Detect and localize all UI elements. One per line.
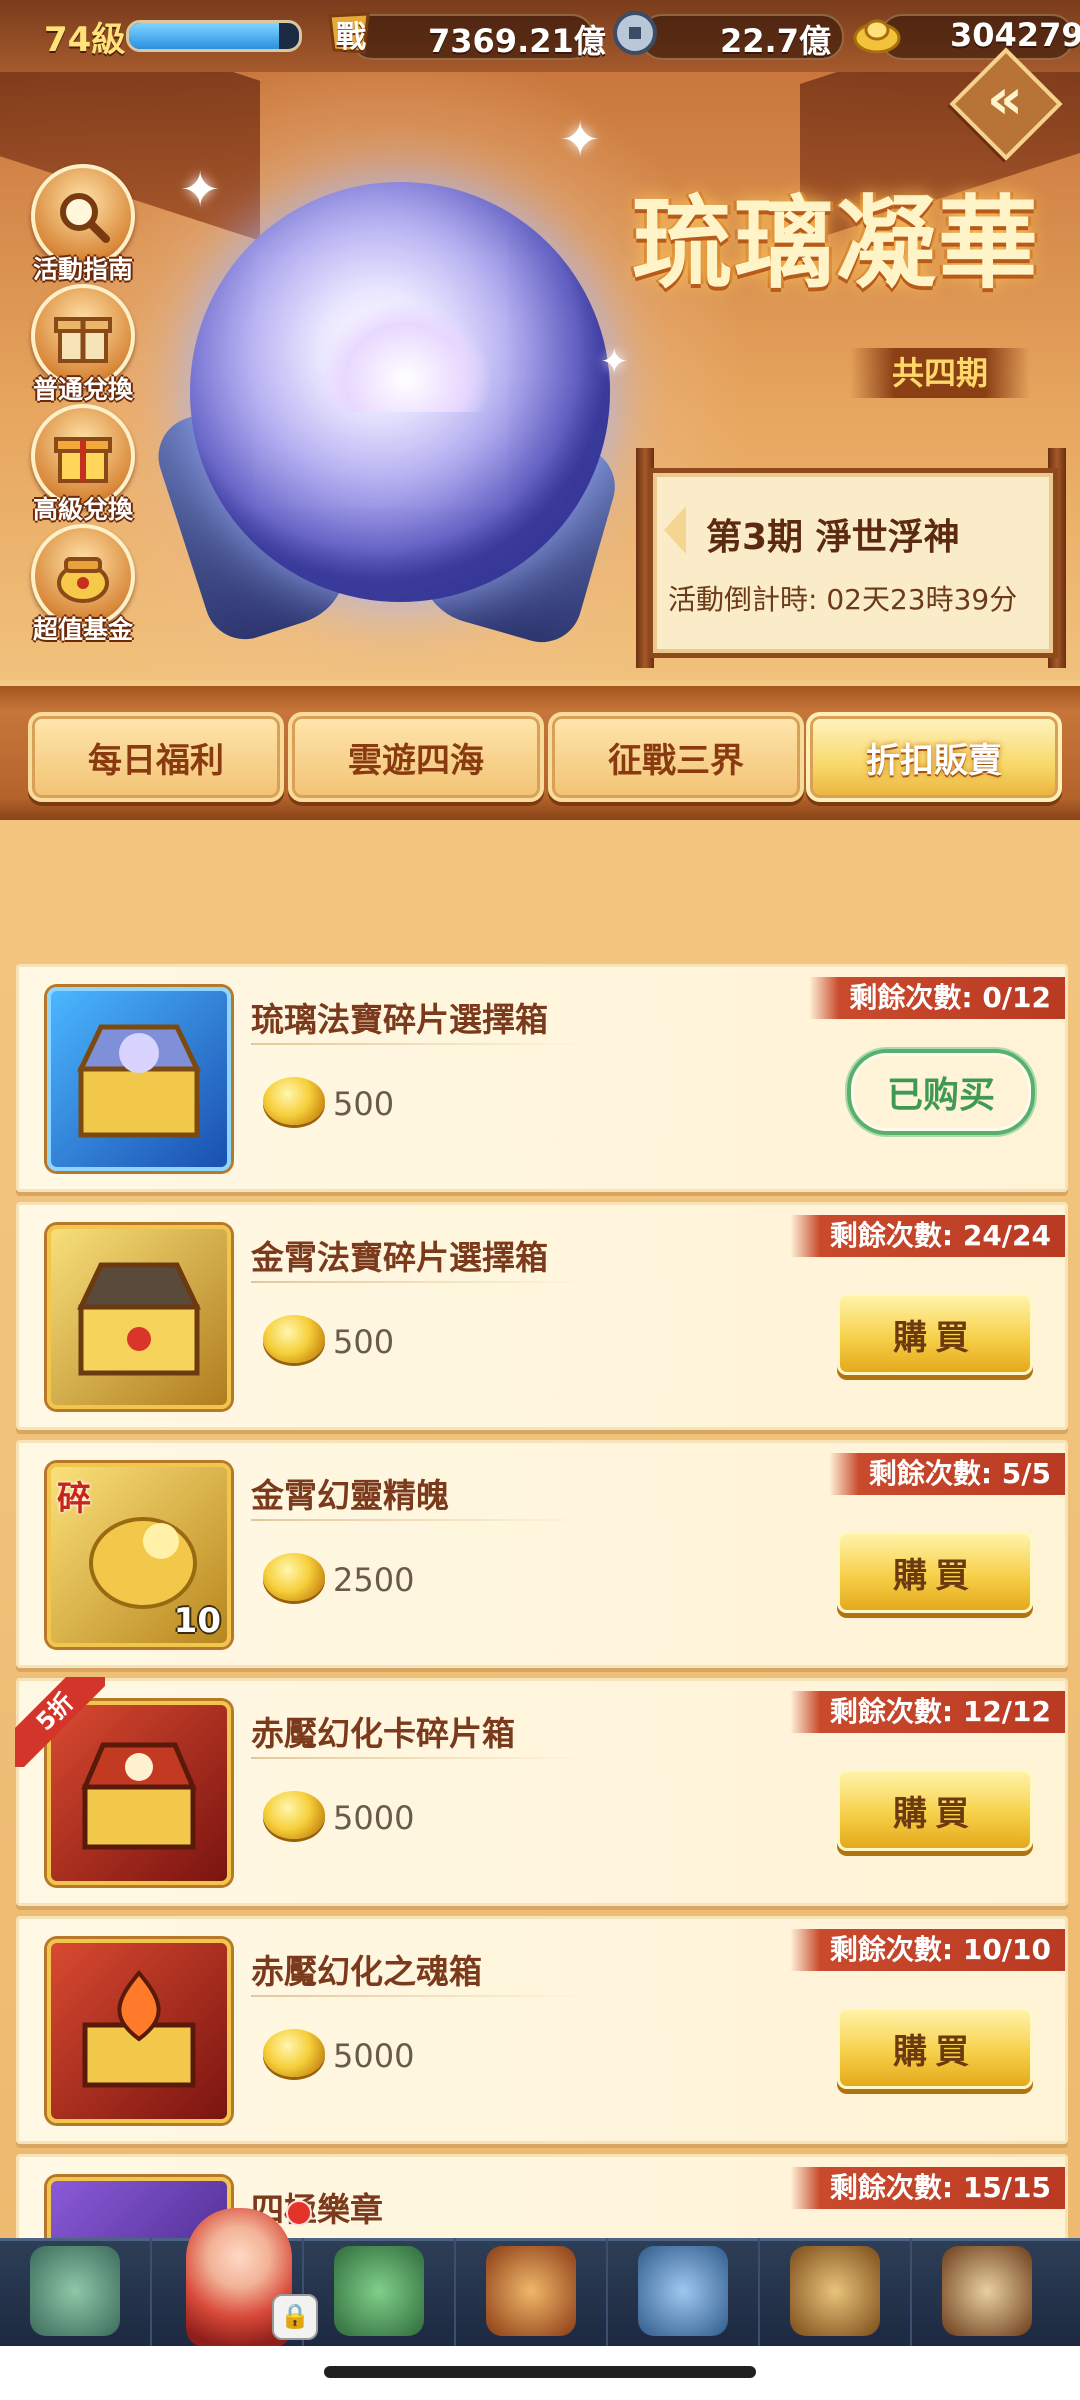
gold-value: 304279 bbox=[950, 16, 1080, 54]
countdown-timer: 活動倒計時: 02天23時39分 bbox=[668, 583, 1018, 616]
item-price: 500 bbox=[333, 1085, 395, 1123]
period-scroll bbox=[648, 468, 1058, 658]
back-arrow-icon[interactable]: « bbox=[975, 60, 1035, 140]
discount-label: 5折 bbox=[15, 1677, 105, 1767]
remaining-count: 剩餘次數: 15/15 bbox=[789, 2167, 1065, 2209]
item-price: 500 bbox=[333, 1323, 395, 1361]
exp-bar-fill bbox=[129, 23, 279, 49]
list-item: 赤魘幻化之魂箱 5000 剩餘次數: 10/10 購買 bbox=[16, 1916, 1068, 2144]
chest-icon bbox=[77, 1262, 201, 1376]
gold-treasure-chest-icon bbox=[47, 1225, 231, 1409]
divider bbox=[251, 1995, 591, 1997]
normal-exchange-button[interactable]: 普通兌換 bbox=[28, 284, 138, 406]
gift-box-gold-icon bbox=[54, 437, 112, 483]
remaining-count: 剩餘次數: 24/24 bbox=[789, 1215, 1065, 1257]
item-name: 金霄法寶碎片選擇箱 bbox=[251, 1238, 548, 1277]
normal-exchange-label: 普通兌換 bbox=[32, 375, 133, 404]
mountain-icon bbox=[30, 2246, 120, 2336]
magnifier-icon bbox=[60, 193, 110, 243]
remaining-count: 剩餘次數: 0/12 bbox=[809, 977, 1065, 1019]
nav-item-bag[interactable] bbox=[760, 2238, 912, 2346]
golden-spirit-essence-icon: 碎 10 bbox=[47, 1463, 231, 1647]
value-fund-button[interactable]: 超值基金 bbox=[28, 524, 138, 646]
palace-icon bbox=[486, 2246, 576, 2336]
flame-chest-icon bbox=[82, 1969, 196, 2088]
buy-button[interactable]: 購買 bbox=[837, 1293, 1033, 1375]
remaining-count: 剩餘次數: 12/12 bbox=[789, 1691, 1065, 1733]
premium-exchange-button[interactable]: 高級兌換 bbox=[28, 404, 138, 526]
buy-button[interactable]: 購買 bbox=[837, 2007, 1033, 2089]
tower-icon bbox=[638, 2246, 728, 2336]
value-fund-label: 超值基金 bbox=[32, 615, 133, 644]
gift-box-icon bbox=[54, 317, 112, 363]
gold-ingot-icon bbox=[263, 2029, 325, 2077]
treasure-bag-icon bbox=[790, 2246, 880, 2336]
item-price: 5000 bbox=[333, 2037, 415, 2075]
divider bbox=[251, 1757, 591, 1759]
buy-button[interactable]: 購買 bbox=[837, 1531, 1033, 1613]
divider bbox=[251, 1519, 591, 1521]
item-price: 5000 bbox=[333, 1799, 415, 1837]
item-name: 金霄幻靈精魄 bbox=[251, 1476, 449, 1515]
tab-discount-sale[interactable]: 折扣販賣 bbox=[806, 712, 1062, 802]
item-name: 赤魘幻化卡碎片箱 bbox=[251, 1714, 515, 1753]
item-name: 赤魘幻化之魂箱 bbox=[251, 1952, 482, 1991]
prev-period-arrow-icon[interactable] bbox=[664, 506, 686, 554]
nav-item-scroll[interactable] bbox=[912, 2238, 1062, 2346]
fragment-badge: 碎 bbox=[57, 1479, 91, 1519]
player-level: 74級 bbox=[44, 20, 126, 60]
remaining-count: 剩餘次數: 10/10 bbox=[789, 1929, 1065, 1971]
notification-dot bbox=[286, 2200, 312, 2226]
coin-value: 22.7億 bbox=[720, 22, 831, 60]
scroll-icon bbox=[942, 2246, 1032, 2336]
nav-item-pet[interactable] bbox=[304, 2238, 456, 2346]
sparkle-icon: ✦ bbox=[600, 342, 629, 382]
lock-icon[interactable]: 🔒 bbox=[272, 2294, 318, 2340]
item-quantity: 10 bbox=[173, 1601, 221, 1641]
lotus-illustration bbox=[320, 302, 490, 412]
gold-ingot-icon bbox=[263, 1315, 325, 1363]
event-title: 琉璃凝華 bbox=[632, 184, 1040, 302]
remaining-count: 剩餘次數: 5/5 bbox=[828, 1453, 1065, 1495]
discount-ribbon: 5折 bbox=[15, 1677, 105, 1767]
gold-ingot-icon bbox=[263, 1077, 325, 1125]
sparkle-icon: ✦ bbox=[560, 112, 601, 168]
home-indicator[interactable] bbox=[324, 2366, 756, 2378]
nav-item-tower[interactable] bbox=[608, 2238, 760, 2346]
divider bbox=[251, 1281, 591, 1283]
gourd-icon bbox=[334, 2246, 424, 2336]
event-subtitle: 共四期 bbox=[850, 348, 1030, 398]
tab-travel-seas[interactable]: 雲遊四海 bbox=[288, 712, 544, 802]
treasure-pot-icon bbox=[57, 557, 109, 603]
copper-coin-icon bbox=[613, 11, 657, 55]
guide-label: 活動指南 bbox=[32, 255, 133, 284]
period-label: 第3期 淨世浮神 bbox=[706, 517, 960, 558]
premium-exchange-label: 高級兌換 bbox=[32, 495, 133, 524]
glass-treasure-chest-icon bbox=[47, 987, 231, 1171]
power-value: 7369.21億 bbox=[428, 22, 606, 60]
guide-button[interactable]: 活動指南 bbox=[28, 164, 138, 286]
list-item: 金霄法寶碎片選擇箱 500 剩餘次數: 24/24 購買 bbox=[16, 1202, 1068, 1430]
gold-ingot-icon bbox=[263, 1553, 325, 1601]
nav-item-palace[interactable] bbox=[456, 2238, 608, 2346]
tab-daily-welfare[interactable]: 每日福利 bbox=[28, 712, 284, 802]
item-price: 2500 bbox=[333, 1561, 415, 1599]
list-item: 5折 赤魘幻化卡碎片箱 5000 剩餘次數: 12/12 購買 bbox=[15, 1677, 1068, 1906]
buy-button[interactable]: 購買 bbox=[837, 1769, 1033, 1851]
bought-button: 已购买 bbox=[847, 1049, 1035, 1135]
gold-ingot-icon bbox=[853, 19, 901, 54]
chest-icon bbox=[77, 1024, 201, 1138]
item-name: 琉璃法寶碎片選擇箱 bbox=[251, 1000, 548, 1039]
power-icon-label: 戰 bbox=[336, 20, 366, 55]
nav-item-world[interactable] bbox=[0, 2238, 152, 2346]
list-item: 碎 10 金霄幻靈精魄 2500 剩餘次數: 5/5 購買 bbox=[16, 1440, 1068, 1668]
list-item: 琉璃法寶碎片選擇箱 500 剩餘次數: 0/12 已购买 bbox=[16, 964, 1068, 1192]
divider bbox=[251, 1043, 591, 1045]
tab-battle-realms[interactable]: 征戰三界 bbox=[548, 712, 804, 802]
exp-bar bbox=[126, 20, 302, 52]
gold-ingot-icon bbox=[263, 1791, 325, 1839]
red-soul-chest-icon bbox=[47, 1939, 231, 2123]
sparkle-icon: ✦ bbox=[180, 162, 221, 218]
